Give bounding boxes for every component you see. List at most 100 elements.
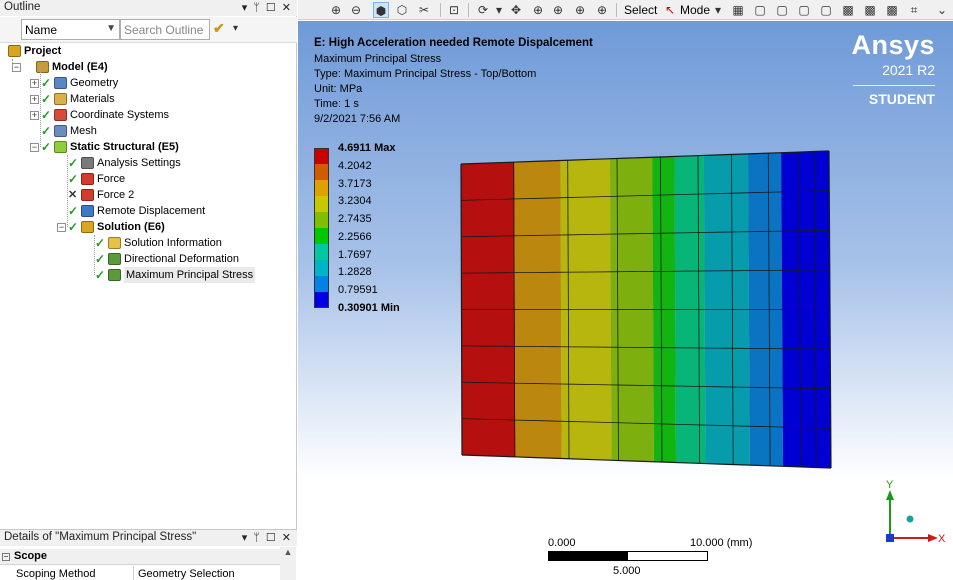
look-at-icon[interactable]: ⊕: [594, 2, 610, 18]
tree-node[interactable]: + ✓ Materials: [0, 91, 297, 107]
tree-node[interactable]: ✓ Directional Deformation: [0, 251, 297, 267]
tree-node[interactable]: Project: [0, 43, 297, 59]
rotate-icon[interactable]: ⟳: [475, 2, 491, 18]
tree-node[interactable]: ✕ Force 2: [0, 187, 297, 203]
tree-node[interactable]: − ✓ Static Structural (E5): [0, 139, 297, 155]
select-button[interactable]: Select: [624, 2, 657, 18]
tree-node-label: Project: [24, 45, 62, 57]
expand-icon[interactable]: +: [30, 95, 39, 104]
details-row[interactable]: Scoping Method Geometry Selection: [0, 566, 280, 580]
stress-contour-model: [460, 150, 832, 469]
triad-origin: [886, 534, 894, 542]
tree-node[interactable]: ✓ Maximum Principal Stress: [0, 267, 297, 283]
close-icon[interactable]: ✕: [282, 531, 291, 545]
project-icon: [8, 45, 21, 57]
toolbar-overflow-icon[interactable]: ⌄: [934, 2, 950, 18]
tree-node-label: Model (E4): [52, 61, 108, 73]
magnify-icon[interactable]: ⊕: [572, 2, 588, 18]
tree-node[interactable]: − ✓ Solution (E6): [0, 219, 297, 235]
solid-view-icon[interactable]: ⬢: [373, 2, 389, 18]
maximize-icon[interactable]: ☐: [266, 1, 276, 15]
toolbar-separator: [468, 3, 469, 17]
tree-node-label: Directional Deformation: [124, 253, 239, 265]
close-icon[interactable]: ✕: [282, 1, 291, 15]
details-section-scope[interactable]: − Scope: [0, 549, 280, 565]
details-section-label: Scope: [14, 550, 48, 562]
tree-node[interactable]: ✓ Remote Displacement: [0, 203, 297, 219]
outline-pane: Outline ▾ ᛘ ☐ ✕ Name ▼ ✔ ▾ Project−Model…: [0, 0, 297, 580]
search-outline-input[interactable]: [120, 19, 210, 40]
tree-node-label: Mesh: [70, 125, 97, 137]
tree-node[interactable]: ✓ Solution Information: [0, 235, 297, 251]
graphics-viewport[interactable]: E: High Acceleration needed Remote Dispa…: [298, 21, 953, 580]
graphics-toolbar: ⊕ ⊖ ⬢ ⬡ ✂ ⊡ ⟳ ▾ ✥ ⊕ ⊕ ⊕ ⊕ Select ↖ Mode …: [298, 0, 953, 20]
filter-type-select[interactable]: Name ▼: [21, 19, 120, 40]
tree-node-label: Force: [97, 173, 126, 185]
expand-icon[interactable]: +: [30, 111, 39, 120]
box-zoom-icon[interactable]: ⊡: [446, 2, 462, 18]
filter-check-icon[interactable]: ✔: [213, 20, 225, 37]
select-mode-cursor-icon[interactable]: ↖: [662, 2, 678, 18]
tree-node[interactable]: + ✓ Coordinate Systems: [0, 107, 297, 123]
tree-connector: [94, 235, 95, 275]
coordinate-icon[interactable]: ⌗: [906, 2, 922, 18]
triad-iso-ball[interactable]: [906, 515, 914, 523]
filter-type-value: Name: [25, 23, 58, 37]
select-vertex-icon[interactable]: ▦: [730, 2, 746, 18]
scale-right-label: 10.000 (mm): [690, 537, 753, 549]
result-icon: [108, 269, 121, 281]
collapse-icon[interactable]: −: [2, 553, 10, 561]
pin-icon[interactable]: ᛘ: [253, 531, 260, 545]
maximize-icon[interactable]: ☐: [266, 531, 276, 545]
outline-title: Outline: [4, 1, 41, 13]
zoom-out-icon[interactable]: ⊕: [550, 2, 566, 18]
coordinate-systems-icon: [54, 109, 67, 121]
filter-dropdown-icon[interactable]: ▾: [233, 23, 238, 34]
tree-node[interactable]: ✓ Analysis Settings: [0, 155, 297, 171]
status-check-icon: ✓: [41, 76, 52, 90]
details-row-value[interactable]: Geometry Selection: [133, 566, 280, 580]
pin-icon[interactable]: ᛘ: [253, 1, 260, 15]
select-element-face-icon[interactable]: ▩: [862, 2, 878, 18]
status-check-icon: ✓: [41, 92, 52, 106]
tree-node[interactable]: − Model (E4): [0, 59, 297, 75]
select-element-icon[interactable]: ▩: [840, 2, 856, 18]
mode-button[interactable]: Mode: [680, 2, 710, 18]
details-pane-buttons: ▾ ᛘ ☐ ✕: [242, 530, 291, 546]
rotate-dropdown-icon[interactable]: ▾: [491, 2, 507, 18]
expand-icon[interactable]: +: [30, 79, 39, 88]
mode-dropdown-icon[interactable]: ▾: [710, 2, 726, 18]
collapse-icon[interactable]: −: [30, 143, 39, 152]
tree-node[interactable]: ✓ Mesh: [0, 123, 297, 139]
details-scrollbar[interactable]: ▲: [280, 547, 296, 580]
select-face-icon[interactable]: ▢: [774, 2, 790, 18]
details-title-bar: Details of "Maximum Principal Stress" ▾ …: [0, 530, 297, 546]
select-node-icon[interactable]: ▢: [818, 2, 834, 18]
details-pane: Details of "Maximum Principal Stress" ▾ …: [0, 529, 297, 580]
select-body-icon[interactable]: ▢: [796, 2, 812, 18]
details-row-name: Scoping Method: [16, 568, 96, 580]
tree-node-label: Static Structural (E5): [70, 141, 179, 153]
toolbar-separator: [440, 3, 441, 17]
scale-left-label: 0.000: [548, 537, 576, 549]
coordinate-triad[interactable]: Y X: [868, 476, 948, 556]
select-mesh-icon[interactable]: ▩: [884, 2, 900, 18]
status-check-icon: ✓: [41, 140, 52, 154]
pan-icon[interactable]: ✥: [508, 2, 524, 18]
tree-node[interactable]: + ✓ Geometry: [0, 75, 297, 91]
collapse-icon[interactable]: −: [57, 223, 66, 232]
zoom-in-icon[interactable]: ⊕: [530, 2, 546, 18]
status-check-icon: ✓: [95, 268, 106, 282]
select-edge-icon[interactable]: ▢: [752, 2, 768, 18]
status-check-icon: ✓: [68, 156, 79, 170]
pane-menu-icon[interactable]: ▾: [242, 531, 248, 545]
section-icon[interactable]: ✂: [416, 2, 432, 18]
tree-connector: [12, 59, 13, 67]
pane-menu-icon[interactable]: ▾: [242, 1, 248, 15]
collapse-icon[interactable]: −: [12, 63, 21, 72]
tree-node[interactable]: ✓ Force: [0, 171, 297, 187]
wireframe-icon[interactable]: ⬡: [394, 2, 410, 18]
zoom-icon[interactable]: ⊖: [348, 2, 364, 18]
toolbar-separator: [616, 3, 617, 17]
zoom-to-fit-icon[interactable]: ⊕: [328, 2, 344, 18]
